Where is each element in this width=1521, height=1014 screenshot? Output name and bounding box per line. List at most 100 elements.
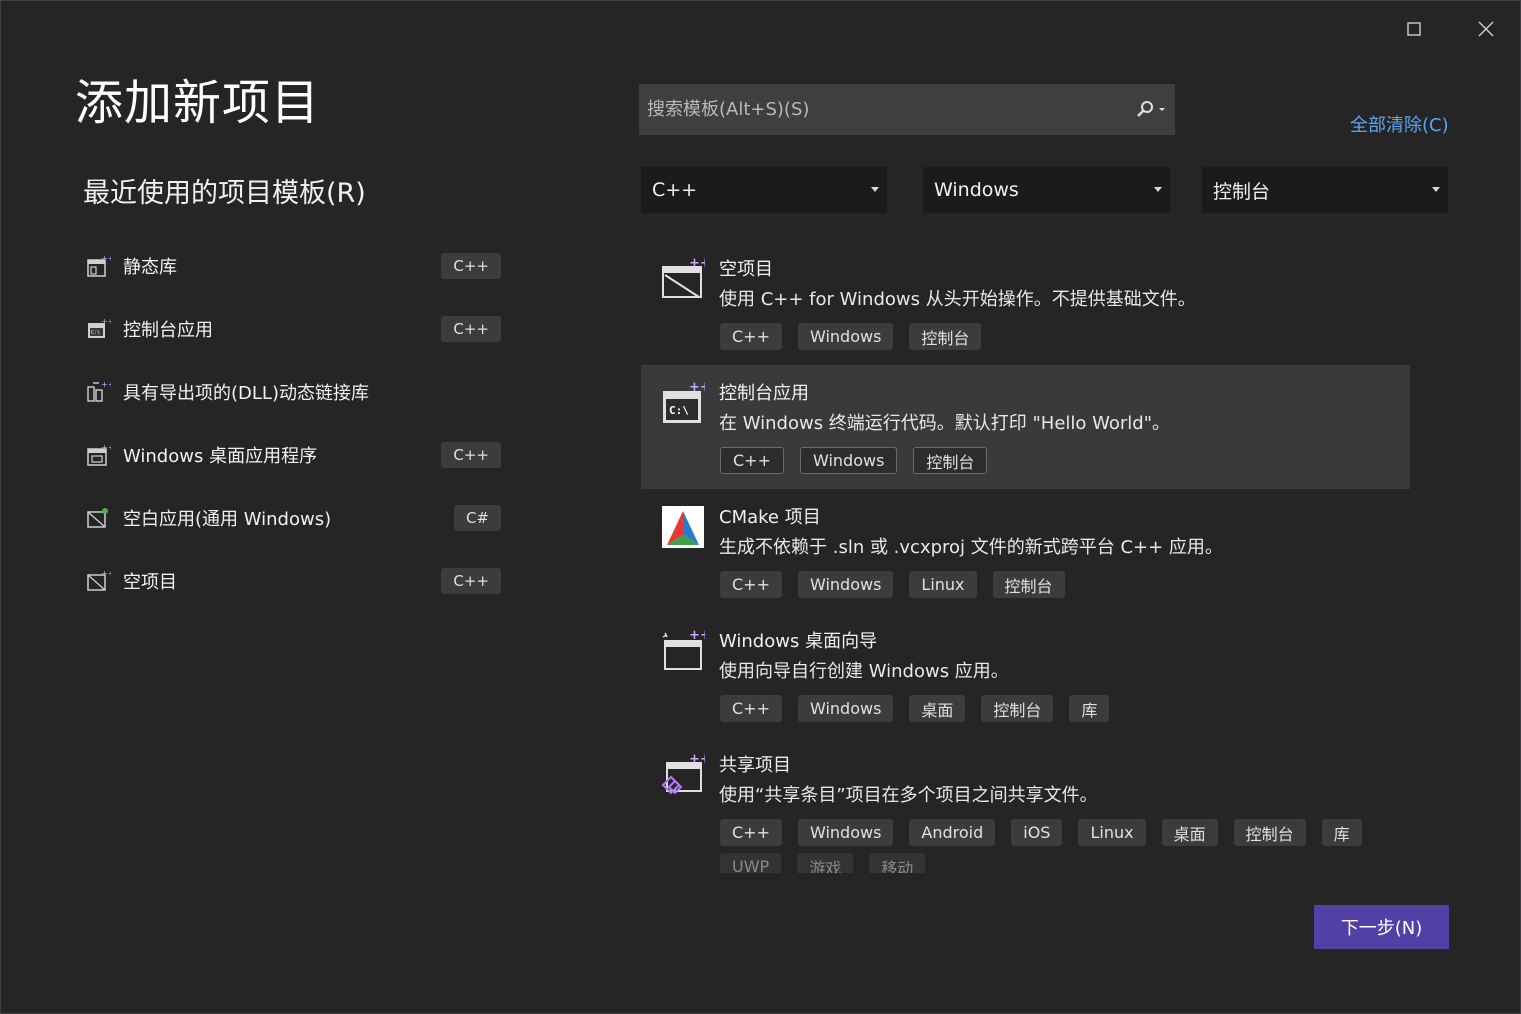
tag: Linux xyxy=(1078,819,1146,846)
tag: C++ xyxy=(720,819,782,846)
search-icon xyxy=(1137,100,1165,117)
tag: 控制台 xyxy=(1233,819,1306,846)
language-badge: C++ xyxy=(441,316,501,342)
maximize-button[interactable] xyxy=(1392,13,1436,45)
recent-item-empty-project[interactable]: ++ 空项目 C++ xyxy=(85,559,505,603)
tag: 移动 xyxy=(869,853,926,873)
template-name: 空项目 xyxy=(719,259,773,280)
clear-all-link[interactable]: 全部清除(C) xyxy=(1350,111,1449,137)
empty-project-icon: ++ xyxy=(662,257,705,298)
recent-templates-heading: 最近使用的项目模板(R) xyxy=(83,178,366,209)
svg-text:++: ++ xyxy=(101,380,111,389)
tag: 桌面 xyxy=(909,695,966,722)
template-search-box xyxy=(639,84,1175,135)
tag: 控制台 xyxy=(981,695,1054,722)
template-tags: C++ Windows Linux 控制台 xyxy=(720,571,1065,598)
svg-text:++: ++ xyxy=(689,629,705,643)
tag: 库 xyxy=(1069,695,1110,722)
language-filter-value: C++ xyxy=(652,179,698,201)
template-tags: C++ Windows Android iOS Linux 桌面 控制台 库 xyxy=(720,819,1362,846)
tag: UWP xyxy=(720,853,782,873)
empty-project-icon: ++ xyxy=(87,569,111,591)
uwp-app-icon xyxy=(87,508,108,528)
tag: C++ xyxy=(720,571,782,598)
recent-item-static-lib[interactable]: ++ 静态库 C++ xyxy=(85,244,505,288)
recent-item-label: 空白应用(通用 Windows) xyxy=(123,509,332,530)
template-name: 共享项目 xyxy=(719,755,791,776)
add-new-project-dialog: 添加新项目 最近使用的项目模板(R) ++ 静态库 C++ C:\ ++ 控制台… xyxy=(0,0,1521,1014)
tag: C++ xyxy=(720,323,782,350)
recent-item-desktop-app[interactable]: ++ Windows 桌面应用程序 C++ xyxy=(85,433,505,477)
svg-text:C:\: C:\ xyxy=(91,330,100,336)
template-cmake-project[interactable]: CMake 项目 生成不依赖于 .sln 或 .vcxproj 文件的新式跨平台… xyxy=(641,489,1410,613)
search-options-button[interactable] xyxy=(1127,84,1175,135)
template-name: Windows 桌面向导 xyxy=(719,631,878,652)
recent-item-dll[interactable]: ++ 具有导出项的(DLL)动态链接库 xyxy=(85,370,505,414)
recent-item-label: Windows 桌面应用程序 xyxy=(123,446,318,467)
tag: Windows xyxy=(799,447,898,474)
chevron-down-icon xyxy=(871,187,879,192)
next-button[interactable]: 下一步(N) xyxy=(1314,905,1449,949)
recent-item-uwp-app[interactable]: 空白应用(通用 Windows) C# xyxy=(85,496,505,540)
tag: 游戏 xyxy=(797,853,854,873)
recent-item-console-app[interactable]: C:\ ++ 控制台应用 C++ xyxy=(85,307,505,351)
recent-item-label: 具有导出项的(DLL)动态链接库 xyxy=(123,383,369,404)
close-button[interactable] xyxy=(1464,13,1508,45)
template-description: 使用 C++ for Windows 从头开始操作。不提供基础文件。 xyxy=(719,289,1196,310)
tag: 控制台 xyxy=(913,447,988,474)
svg-text:++: ++ xyxy=(101,569,111,578)
tag: Android xyxy=(909,819,996,846)
template-tags: C++ Windows 控制台 xyxy=(720,447,988,474)
tag: 桌面 xyxy=(1161,819,1218,846)
maximize-icon xyxy=(1407,22,1421,36)
tag: Windows xyxy=(797,323,894,350)
tag: 控制台 xyxy=(992,571,1065,598)
template-console-app[interactable]: C:\ ++ 控制台应用 在 Windows 终端运行代码。默认打印 "Hell… xyxy=(641,365,1410,489)
recent-item-label: 空项目 xyxy=(123,572,177,593)
shared-project-icon: ++ xyxy=(661,753,705,795)
language-badge: C++ xyxy=(441,568,501,594)
static-lib-icon: ++ xyxy=(87,254,111,277)
chevron-down-icon xyxy=(1432,187,1440,192)
platform-filter-dropdown[interactable]: Windows xyxy=(923,167,1170,213)
svg-text:++: ++ xyxy=(689,381,705,395)
template-windows-desktop-wizard[interactable]: ++ Windows 桌面向导 使用向导自行创建 Windows 应用。 C++… xyxy=(641,613,1410,737)
recent-item-label: 控制台应用 xyxy=(123,320,213,341)
template-description: 使用向导自行创建 Windows 应用。 xyxy=(719,661,1009,682)
svg-text:C:\: C:\ xyxy=(669,404,689,417)
tag: Windows xyxy=(797,571,894,598)
template-shared-project[interactable]: ++ 共享项目 使用“共享条目”项目在多个项目之间共享文件。 C++ Windo… xyxy=(641,737,1410,861)
desktop-wizard-icon: ++ xyxy=(662,629,705,670)
template-tags-overflow: UWP 游戏 移动 xyxy=(720,853,926,873)
language-badge: C++ xyxy=(441,253,501,279)
language-filter-dropdown[interactable]: C++ xyxy=(641,167,887,213)
template-tags: C++ Windows 桌面 控制台 库 xyxy=(720,695,1110,722)
template-description: 在 Windows 终端运行代码。默认打印 "Hello World"。 xyxy=(719,413,1171,434)
template-tags: C++ Windows 控制台 xyxy=(720,323,982,350)
project-type-filter-value: 控制台 xyxy=(1213,180,1271,203)
console-app-icon: C:\ ++ xyxy=(663,381,705,423)
tag: C++ xyxy=(720,447,784,474)
dialog-title: 添加新项目 xyxy=(75,75,321,131)
svg-text:++: ++ xyxy=(689,257,705,271)
template-description: 使用“共享条目”项目在多个项目之间共享文件。 xyxy=(719,785,1098,806)
tag: Windows xyxy=(797,695,894,722)
template-name: 控制台应用 xyxy=(719,383,809,404)
language-badge: C++ xyxy=(441,442,501,468)
tag: Linux xyxy=(909,571,977,598)
dll-icon: ++ xyxy=(87,380,111,402)
svg-text:++: ++ xyxy=(101,443,111,452)
tag: C++ xyxy=(720,695,782,722)
cmake-icon xyxy=(662,506,704,548)
tag: iOS xyxy=(1011,819,1063,846)
template-empty-project[interactable]: ++ 空项目 使用 C++ for Windows 从头开始操作。不提供基础文件… xyxy=(641,241,1410,365)
recent-item-label: 静态库 xyxy=(123,257,177,278)
svg-text:++: ++ xyxy=(101,317,111,326)
tag: Windows xyxy=(797,819,894,846)
project-type-filter-dropdown[interactable]: 控制台 xyxy=(1202,167,1448,213)
template-name: CMake 项目 xyxy=(719,507,821,528)
platform-filter-value: Windows xyxy=(934,179,1019,201)
svg-text:++: ++ xyxy=(101,254,111,263)
tag: 库 xyxy=(1321,819,1362,846)
search-input[interactable] xyxy=(639,98,1127,121)
